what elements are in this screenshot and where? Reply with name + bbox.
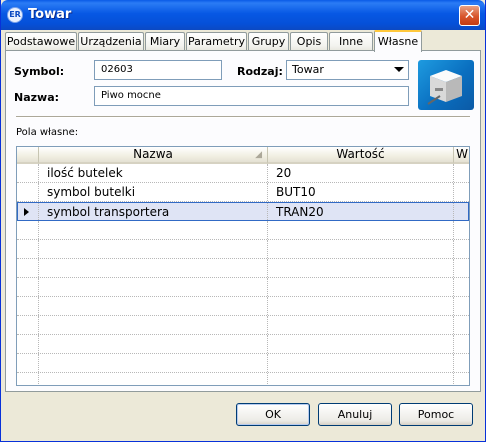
empty-row[interactable] bbox=[17, 259, 469, 278]
table-row[interactable]: ilość butelek 20 bbox=[17, 164, 469, 183]
empty-row[interactable] bbox=[17, 297, 469, 316]
grid-header-indicator bbox=[17, 147, 39, 164]
tab-podstawowe[interactable]: Podstawowe bbox=[5, 32, 77, 51]
chevron-down-icon[interactable] bbox=[394, 67, 404, 72]
sort-icon: ◢ bbox=[255, 150, 262, 160]
dialog-window: ER Towar ✕ Podstawowe Urządzenia Miary P… bbox=[0, 0, 486, 442]
product-box-icon bbox=[418, 60, 474, 110]
cell-w[interactable] bbox=[454, 164, 469, 182]
table-row-selected[interactable]: symbol transportera TRAN20 bbox=[17, 202, 469, 221]
table-row[interactable]: symbol butelki BUT10 bbox=[17, 183, 469, 202]
app-logo-icon: ER bbox=[7, 7, 23, 23]
grid-header-nazwa[interactable]: Nazwa ◢ bbox=[39, 147, 268, 164]
row-indicator bbox=[18, 203, 39, 220]
row-indicator bbox=[17, 164, 39, 182]
nazwa-field[interactable]: Piwo mocne bbox=[94, 86, 409, 106]
header-divider bbox=[16, 116, 470, 118]
tab-miary[interactable]: Miary bbox=[145, 32, 185, 51]
cell-w[interactable] bbox=[454, 183, 469, 201]
rodzaj-value: Towar bbox=[292, 63, 324, 76]
help-button[interactable]: Pomoc bbox=[399, 403, 473, 426]
tab-wlasne[interactable]: Własne bbox=[374, 30, 422, 52]
cell-nazwa[interactable]: symbol butelki bbox=[39, 183, 268, 201]
grid-header-nazwa-label: Nazwa bbox=[133, 147, 173, 161]
empty-row[interactable] bbox=[17, 240, 469, 259]
window-title: Towar bbox=[28, 7, 72, 22]
row-pointer-icon bbox=[24, 208, 29, 216]
cell-wartosc[interactable]: BUT10 bbox=[268, 183, 454, 201]
row-indicator bbox=[17, 183, 39, 201]
tab-parametry[interactable]: Parametry bbox=[186, 32, 247, 51]
close-icon: ✕ bbox=[463, 7, 476, 23]
custom-fields-label: Pola własne: bbox=[16, 127, 79, 138]
empty-row[interactable] bbox=[17, 278, 469, 297]
empty-row[interactable] bbox=[17, 316, 469, 335]
empty-row[interactable] bbox=[17, 354, 469, 373]
tab-panel: Symbol: 02603 Rodzaj: Towar Nazwa: Piwo … bbox=[5, 50, 481, 392]
close-button[interactable]: ✕ bbox=[459, 5, 480, 26]
tab-urzadzenia[interactable]: Urządzenia bbox=[78, 32, 144, 51]
grid-header-wartosc[interactable]: Wartość bbox=[268, 147, 454, 164]
rodzaj-select[interactable]: Towar bbox=[286, 60, 409, 80]
empty-row[interactable] bbox=[17, 335, 469, 354]
cell-w[interactable] bbox=[454, 203, 469, 220]
rodzaj-label: Rodzaj: bbox=[237, 65, 283, 78]
title-bar[interactable]: ER Towar ✕ bbox=[1, 0, 485, 30]
cell-nazwa[interactable]: symbol transportera bbox=[39, 203, 268, 220]
ok-button[interactable]: OK bbox=[236, 403, 310, 426]
custom-fields-grid[interactable]: Nazwa ◢ Wartość W ilość butelek 20 symbo… bbox=[16, 146, 470, 386]
tab-inne[interactable]: Inne bbox=[329, 32, 373, 51]
cancel-button[interactable]: Anuluj bbox=[318, 403, 392, 426]
grid-header-w[interactable]: W bbox=[454, 147, 469, 164]
nazwa-label: Nazwa: bbox=[14, 91, 60, 104]
tab-opis[interactable]: Opis bbox=[290, 32, 328, 51]
symbol-label: Symbol: bbox=[14, 65, 65, 78]
cell-wartosc[interactable]: 20 bbox=[268, 164, 454, 182]
empty-row[interactable] bbox=[17, 373, 469, 385]
empty-row[interactable] bbox=[17, 221, 469, 240]
cell-wartosc[interactable]: TRAN20 bbox=[268, 203, 454, 220]
symbol-field[interactable]: 02603 bbox=[94, 60, 222, 80]
tab-grupy[interactable]: Grupy bbox=[248, 32, 289, 51]
cell-nazwa[interactable]: ilość butelek bbox=[39, 164, 268, 182]
